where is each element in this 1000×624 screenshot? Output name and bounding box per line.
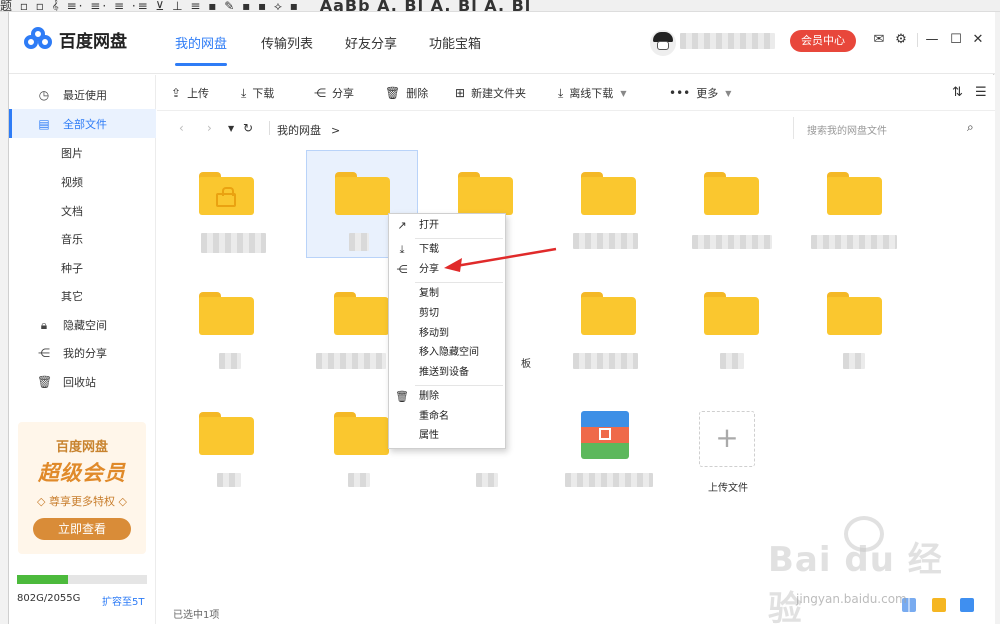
arrow-shaft: [455, 247, 557, 268]
desktop-screenshot: 题 ▫ ▫ 𝄞 ≡· ≡· ≡ ·≡ ⊻ ⊥ ≡ ▪ ✎ ▪ ▪ ⟡ ▪ AaB…: [0, 0, 1000, 624]
arrow-head: [444, 258, 462, 272]
baidu-jingyan-watermark: Bai du 经验 jingyan.baidu.com: [760, 512, 960, 624]
watermark-brand: Bai du 经验: [768, 540, 943, 624]
watermark-url: jingyan.baidu.com: [796, 592, 907, 606]
